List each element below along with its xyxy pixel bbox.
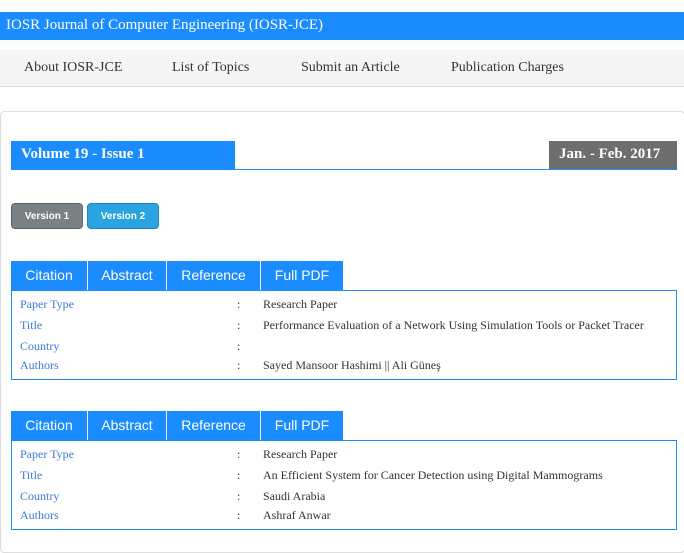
country-value: Saudi Arabia (263, 489, 326, 503)
authors-row: Authors : Ashraf Anwar (12, 508, 676, 528)
nav-submit-article[interactable]: Submit an Article (301, 60, 400, 76)
article-2-details: Paper Type : Research Paper Title : An E… (11, 440, 677, 530)
title-value: An Efficient System for Cancer Detection… (263, 468, 603, 482)
tab-reference[interactable]: Reference (167, 261, 260, 290)
field-separator: : (237, 468, 241, 482)
title-value: Performance Evaluation of a Network Usin… (263, 318, 644, 332)
tab-citation[interactable]: Citation (11, 261, 87, 290)
country-row: Country : Saudi Arabia (12, 489, 676, 509)
version-2-button[interactable]: Version 2 (87, 203, 159, 229)
volume-header: Volume 19 - Issue 1 Jan. - Feb. 2017 (11, 141, 677, 170)
tab-reference[interactable]: Reference (167, 411, 260, 440)
field-separator: : (237, 339, 241, 353)
tab-full-pdf[interactable]: Full PDF (261, 261, 343, 290)
paper-type-value: Research Paper (263, 447, 338, 461)
title-row: Title : An Efficient System for Cancer D… (12, 468, 676, 488)
tab-full-pdf[interactable]: Full PDF (261, 411, 343, 440)
paper-type-row: Paper Type : Research Paper (12, 297, 676, 317)
tab-abstract[interactable]: Abstract (88, 411, 166, 440)
country-label: Country (20, 339, 60, 353)
version-1-button[interactable]: Version 1 (11, 203, 83, 229)
journal-title[interactable]: IOSR Journal of Computer Engineering (IO… (6, 17, 323, 34)
title-label: Title (20, 318, 43, 332)
field-separator: : (237, 447, 241, 461)
volume-issue-label: Volume 19 - Issue 1 (11, 141, 235, 169)
paper-type-label: Paper Type (20, 297, 74, 311)
field-separator: : (237, 358, 241, 372)
field-separator: : (237, 489, 241, 503)
authors-row: Authors : Sayed Mansoor Hashimi || Ali G… (12, 358, 676, 378)
field-separator: : (237, 508, 241, 522)
issue-date-label: Jan. - Feb. 2017 (549, 141, 677, 169)
authors-label: Authors (20, 358, 59, 372)
tab-citation[interactable]: Citation (11, 411, 87, 440)
field-separator: : (237, 297, 241, 311)
main-navbar: About IOSR-JCE List of Topics Submit an … (0, 50, 684, 87)
paper-type-row: Paper Type : Research Paper (12, 447, 676, 467)
field-separator: : (237, 318, 241, 332)
title-label: Title (20, 468, 43, 482)
journal-header-bar: IOSR Journal of Computer Engineering (IO… (0, 12, 684, 40)
tab-abstract[interactable]: Abstract (88, 261, 166, 290)
authors-value: Ashraf Anwar (263, 508, 331, 522)
country-row: Country : (12, 339, 676, 359)
nav-about[interactable]: About IOSR-JCE (24, 60, 122, 76)
paper-type-value: Research Paper (263, 297, 338, 311)
country-label: Country (20, 489, 60, 503)
authors-label: Authors (20, 508, 59, 522)
article-1-details: Paper Type : Research Paper Title : Perf… (11, 290, 677, 380)
nav-publication-charges[interactable]: Publication Charges (451, 60, 564, 76)
nav-list-of-topics[interactable]: List of Topics (172, 60, 249, 76)
title-row: Title : Performance Evaluation of a Netw… (12, 318, 676, 338)
authors-value: Sayed Mansoor Hashimi || Ali Güneş (263, 358, 441, 372)
paper-type-label: Paper Type (20, 447, 74, 461)
